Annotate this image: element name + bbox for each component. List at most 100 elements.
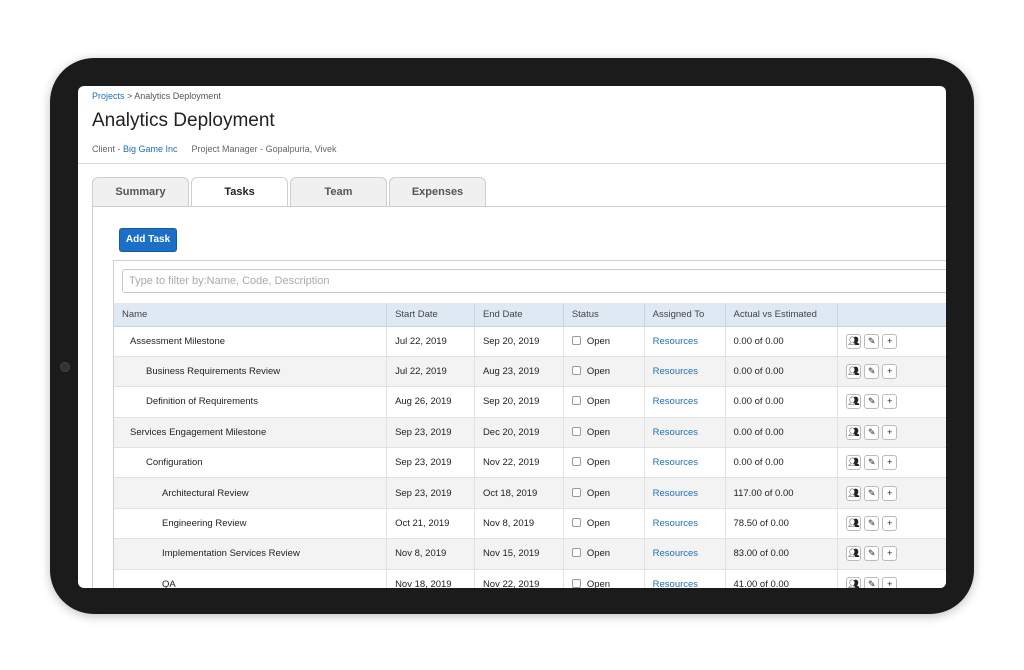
resources-link[interactable]: Resources bbox=[644, 569, 726, 588]
task-name[interactable]: Definition of Requirements bbox=[114, 386, 388, 418]
plus-icon[interactable]: + bbox=[882, 546, 898, 562]
status-label: Open bbox=[586, 578, 611, 588]
pencil-icon[interactable]: ✎ bbox=[864, 485, 880, 501]
resources-link[interactable]: Resources bbox=[644, 356, 726, 388]
task-start-date: Nov 18, 2019 bbox=[386, 569, 475, 588]
status-checkbox[interactable] bbox=[571, 487, 581, 497]
task-name[interactable]: Architectural Review bbox=[114, 477, 388, 509]
resources-link[interactable]: Resources bbox=[644, 477, 726, 509]
people-icon[interactable]: 👥︎ bbox=[846, 424, 862, 440]
task-name[interactable]: QA bbox=[114, 569, 388, 588]
resources-link[interactable]: Resources bbox=[644, 326, 726, 357]
task-name[interactable]: Engineering Review bbox=[114, 508, 388, 540]
status-checkbox[interactable] bbox=[571, 366, 581, 376]
pencil-icon[interactable]: ✎ bbox=[864, 333, 880, 349]
pencil-icon[interactable]: ✎ bbox=[864, 576, 880, 588]
page-header: Projects > Analytics Deployment Analytic… bbox=[78, 86, 946, 164]
task-end-date: Nov 22, 2019 bbox=[474, 447, 564, 479]
task-status: Open bbox=[563, 538, 645, 570]
plus-icon[interactable]: + bbox=[882, 333, 898, 349]
task-table: Name Start Date End Date Status Assigned… bbox=[114, 303, 946, 588]
resources-link[interactable]: Resources bbox=[644, 447, 726, 479]
plus-icon[interactable]: + bbox=[882, 364, 898, 380]
plus-icon[interactable]: + bbox=[882, 485, 898, 501]
resources-link[interactable]: Resources bbox=[644, 417, 726, 449]
task-actual-vs-estimated: 78.50 of 0.00 bbox=[725, 508, 839, 540]
status-checkbox[interactable] bbox=[571, 335, 581, 345]
task-end-date: Nov 22, 2019 bbox=[474, 569, 564, 588]
people-icon[interactable]: 👥︎ bbox=[846, 394, 862, 410]
pencil-icon[interactable]: ✎ bbox=[864, 364, 880, 380]
task-actual-vs-estimated: 117.00 of 0.00 bbox=[725, 477, 839, 509]
status-checkbox[interactable] bbox=[571, 396, 581, 406]
project-meta: Client - Big Game Inc Project Manager - G… bbox=[92, 144, 336, 154]
people-icon[interactable]: 👥︎ bbox=[846, 516, 862, 532]
plus-icon[interactable]: + bbox=[882, 455, 898, 471]
status-checkbox[interactable] bbox=[571, 426, 581, 436]
column-header-start-date[interactable]: Start Date bbox=[386, 303, 475, 327]
tab-team[interactable]: Team bbox=[290, 177, 387, 207]
table-row: Engineering Review Oct 21, 2019 Nov 8, 2… bbox=[114, 508, 946, 540]
task-actions: 👥︎ ✎ + bbox=[837, 326, 946, 357]
status-checkbox[interactable] bbox=[571, 578, 581, 588]
status-label: Open bbox=[586, 366, 611, 378]
task-actual-vs-estimated: 0.00 of 0.00 bbox=[725, 447, 839, 479]
task-end-date: Sep 20, 2019 bbox=[474, 326, 564, 357]
column-header-assigned-to[interactable]: Assigned To bbox=[644, 303, 726, 327]
pencil-icon[interactable]: ✎ bbox=[864, 394, 880, 410]
people-icon[interactable]: 👥︎ bbox=[846, 333, 862, 349]
column-header-status[interactable]: Status bbox=[563, 303, 645, 327]
breadcrumb-projects-link[interactable]: Projects bbox=[92, 91, 125, 101]
resources-link[interactable]: Resources bbox=[644, 538, 726, 570]
column-header-actual-vs-estimated[interactable]: Actual vs Estimated bbox=[725, 303, 839, 327]
pm-name: Gopalpuria, Vivek bbox=[265, 144, 337, 154]
table-row: Assessment Milestone Jul 22, 2019 Sep 20… bbox=[114, 326, 946, 357]
task-name[interactable]: Services Engagement Milestone bbox=[114, 417, 388, 449]
tab-tasks[interactable]: Tasks bbox=[191, 177, 288, 209]
column-header-name[interactable]: Name bbox=[114, 303, 388, 327]
task-name[interactable]: Assessment Milestone bbox=[114, 326, 388, 357]
task-start-date: Sep 23, 2019 bbox=[386, 477, 475, 509]
task-end-date: Sep 20, 2019 bbox=[474, 386, 564, 418]
pencil-icon[interactable]: ✎ bbox=[864, 455, 880, 471]
status-checkbox[interactable] bbox=[571, 457, 581, 467]
pencil-icon[interactable]: ✎ bbox=[864, 516, 880, 532]
stage: Projects > Analytics Deployment Analytic… bbox=[0, 0, 1024, 670]
task-end-date: Nov 15, 2019 bbox=[474, 538, 564, 570]
plus-icon[interactable]: + bbox=[882, 394, 898, 410]
filter-input[interactable] bbox=[122, 269, 946, 293]
table-row: Business Requirements Review Jul 22, 201… bbox=[114, 356, 946, 388]
task-end-date: Oct 18, 2019 bbox=[474, 477, 564, 509]
resources-link[interactable]: Resources bbox=[644, 508, 726, 540]
people-icon[interactable]: 👥︎ bbox=[846, 364, 862, 380]
people-icon[interactable]: 👥︎ bbox=[846, 485, 862, 501]
task-name[interactable]: Configuration bbox=[114, 447, 388, 479]
task-actions: 👥︎ ✎ + bbox=[837, 447, 946, 479]
tab-expenses[interactable]: Expenses bbox=[389, 177, 486, 207]
add-task-button[interactable]: Add Task bbox=[119, 228, 177, 252]
plus-icon[interactable]: + bbox=[882, 516, 898, 532]
people-icon[interactable]: 👥︎ bbox=[846, 455, 862, 471]
plus-icon[interactable]: + bbox=[882, 576, 898, 588]
task-name[interactable]: Business Requirements Review bbox=[114, 356, 388, 388]
tasks-panel: Add Task Name Start Date End Date Status… bbox=[92, 206, 946, 588]
plus-icon[interactable]: + bbox=[882, 424, 898, 440]
camera-icon bbox=[60, 362, 70, 372]
column-header-end-date[interactable]: End Date bbox=[474, 303, 564, 327]
people-icon[interactable]: 👥︎ bbox=[846, 576, 862, 588]
task-actual-vs-estimated: 0.00 of 0.00 bbox=[725, 417, 839, 449]
client-link[interactable]: Big Game Inc bbox=[123, 144, 178, 154]
pencil-icon[interactable]: ✎ bbox=[864, 546, 880, 562]
people-icon[interactable]: 👥︎ bbox=[846, 546, 862, 562]
status-checkbox[interactable] bbox=[571, 548, 581, 558]
pm-label: Project Manager - bbox=[191, 144, 266, 154]
task-name[interactable]: Implementation Services Review bbox=[114, 538, 388, 570]
task-status: Open bbox=[563, 447, 645, 479]
resources-link[interactable]: Resources bbox=[644, 386, 726, 418]
pencil-icon[interactable]: ✎ bbox=[864, 424, 880, 440]
status-label: Open bbox=[586, 426, 611, 438]
status-checkbox[interactable] bbox=[571, 518, 581, 528]
status-label: Open bbox=[586, 457, 611, 469]
task-actual-vs-estimated: 0.00 of 0.00 bbox=[725, 356, 839, 388]
tab-summary[interactable]: Summary bbox=[92, 177, 189, 207]
